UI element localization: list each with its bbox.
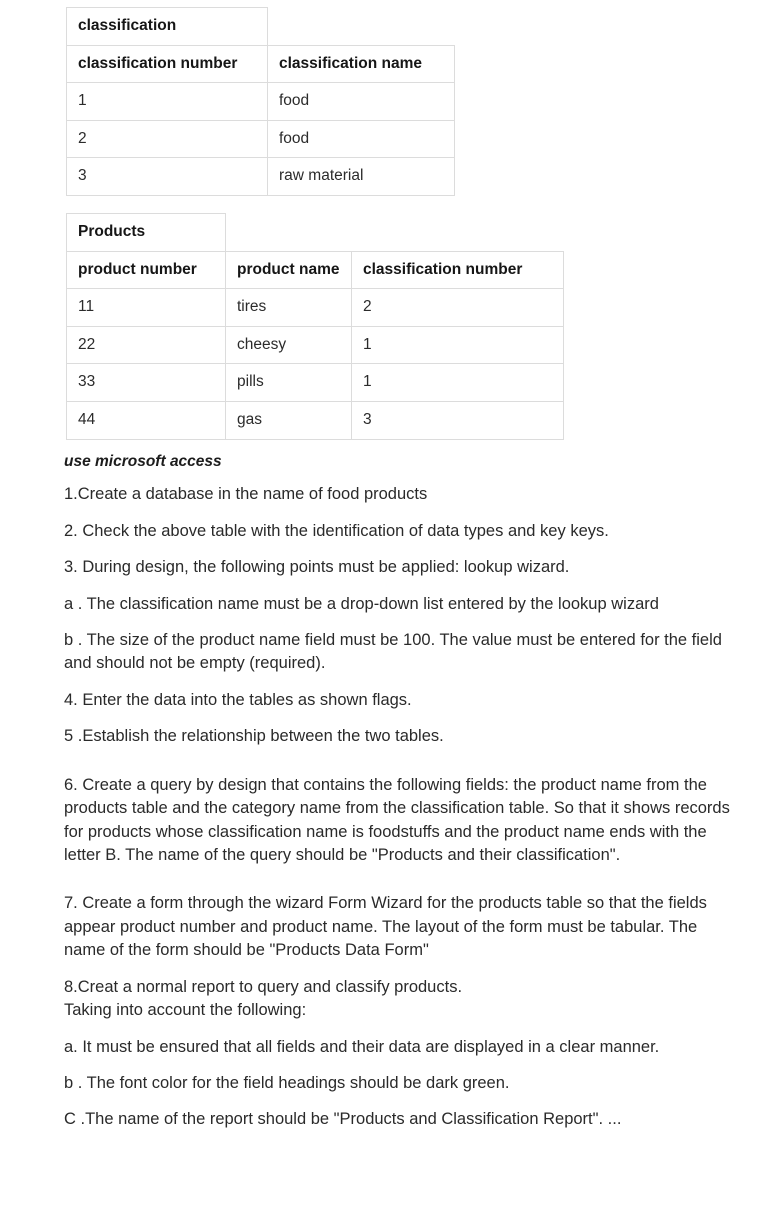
cell-product-name: cheesy	[225, 325, 352, 365]
instruction-paragraph-8c: C .The name of the report should be "Pro…	[64, 1110, 622, 1129]
cell-classification-number: 3	[66, 157, 268, 196]
document-page: classification classification number cla…	[0, 0, 764, 1230]
products-table-caption: Products	[66, 213, 226, 252]
cell-classification-name: food	[267, 82, 455, 121]
classification-table-caption: classification	[66, 7, 268, 46]
table-row: 3 raw material	[66, 157, 455, 196]
cell-classification-number: 2	[66, 119, 268, 159]
cell-product-number: 11	[66, 288, 226, 327]
column-header-classification-number: classification number	[351, 250, 564, 290]
table-header-row: classification number classification nam…	[66, 44, 455, 84]
column-header-classification-name: classification name	[267, 44, 455, 84]
instruction-paragraph-1: 1.Create a database in the name of food …	[64, 485, 428, 504]
table-row: 11 tires 2	[66, 288, 564, 327]
instruction-paragraph-5: 5 .Establish the relationship between th…	[64, 727, 444, 746]
table-row: 22 cheesy 1	[66, 325, 564, 365]
cell-classification-name: food	[267, 119, 455, 159]
cell-product-name: pills	[225, 363, 352, 402]
cell-product-number: 33	[66, 363, 226, 402]
table-header-row: product number product name classificati…	[66, 250, 564, 290]
instruction-paragraph-7: 7. Create a form through the wizard Form…	[64, 894, 707, 960]
column-header-classification-number: classification number	[66, 44, 268, 84]
instruction-paragraph-2: 2. Check the above table with the identi…	[64, 521, 609, 540]
instruction-paragraph-3a: a . The classification name must be a dr…	[64, 594, 659, 613]
cell-product-number: 22	[66, 325, 226, 365]
cell-product-name: tires	[225, 288, 352, 327]
instruction-paragraph-8a: a. It must be ensured that all fields an…	[64, 1037, 660, 1056]
instructions-body: use microsoft access 1.Create a database…	[64, 452, 740, 1145]
table-caption-row: Products	[66, 213, 564, 252]
empty-cell	[352, 214, 564, 252]
cell-product-name: gas	[225, 400, 352, 440]
products-table: Products product number product name cla…	[66, 213, 564, 440]
table-row: 1 food	[66, 82, 455, 121]
empty-cell	[226, 214, 352, 252]
instruction-paragraph-8b: b . The font color for the field heading…	[64, 1073, 510, 1092]
instruction-paragraph-6: 6. Create a query by design that contain…	[64, 775, 730, 865]
table-row: 44 gas 3	[66, 400, 564, 440]
cell-classification-number: 1	[351, 325, 564, 365]
table-row: 33 pills 1	[66, 363, 564, 402]
cell-classification-number: 1	[66, 82, 268, 121]
instruction-paragraph-3: 3. During design, the following points m…	[64, 558, 570, 577]
cell-classification-name: raw material	[267, 157, 455, 196]
instruction-paragraph-8: 8.Creat a normal report to query and cla…	[64, 977, 463, 1020]
instruction-paragraph-4: 4. Enter the data into the tables as sho…	[64, 690, 412, 709]
cell-product-number: 44	[66, 400, 226, 440]
column-header-product-number: product number	[66, 250, 226, 290]
cell-classification-number: 1	[351, 363, 564, 402]
instruction-heading: use microsoft access	[64, 453, 222, 470]
cell-classification-number: 2	[351, 288, 564, 327]
table-row: 2 food	[66, 119, 455, 159]
table-caption-row: classification	[66, 7, 455, 46]
column-header-product-name: product name	[225, 250, 352, 290]
instruction-paragraph-3b: b . The size of the product name field m…	[64, 631, 722, 673]
cell-classification-number: 3	[351, 400, 564, 440]
empty-cell	[268, 8, 455, 46]
classification-table: classification classification number cla…	[66, 7, 455, 196]
